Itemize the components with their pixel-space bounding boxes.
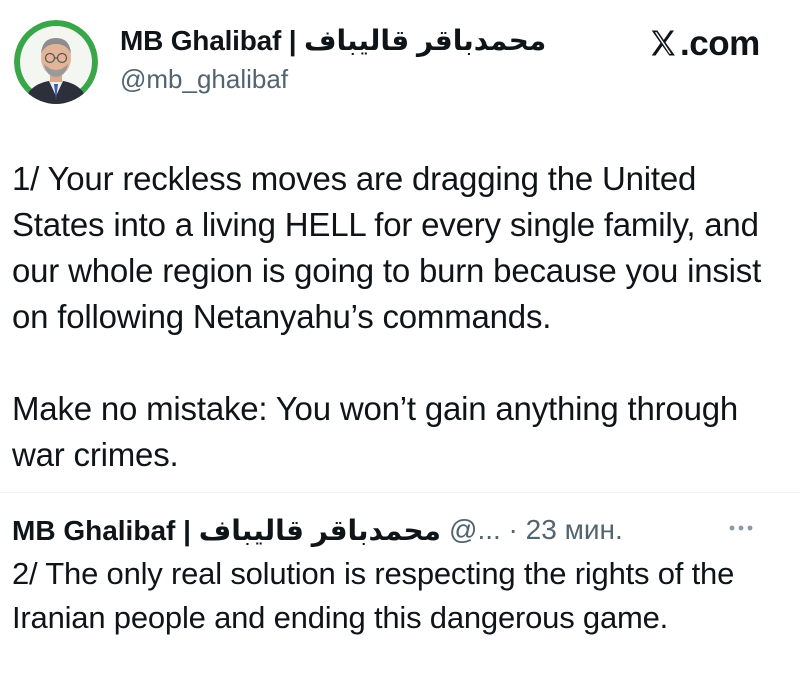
reply-header: MB Ghalibaf | محمدباقر قالیباف @... · 23…	[12, 510, 792, 550]
x-logo-icon	[651, 30, 675, 56]
tweet-screenshot: MB Ghalibaf | محمدباقر قالیباف @mb_ghali…	[0, 0, 800, 697]
divider	[0, 492, 800, 493]
more-options-icon[interactable]	[726, 518, 756, 538]
tweet-paragraph-2: Make no mistake: You won’t gain anything…	[12, 390, 739, 473]
tweet-paragraph-1: 1/ Your reckless moves are dragging the …	[12, 160, 762, 335]
avatar[interactable]	[14, 20, 98, 104]
site-label: .com	[648, 24, 760, 64]
reply-text: 2/ The only real solution is respecting …	[12, 556, 735, 635]
display-name[interactable]: MB Ghalibaf | محمدباقر قالیباف	[120, 24, 546, 57]
reply-meta[interactable]: @... · 23 мин.	[449, 514, 623, 546]
user-handle[interactable]: @mb_ghalibaf	[120, 64, 288, 95]
profile-photo-icon	[14, 20, 98, 104]
reply-display-name[interactable]: MB Ghalibaf | محمدباقر قالیباف	[12, 514, 441, 547]
tweet-text: 1/ Your reckless moves are dragging the …	[12, 156, 792, 478]
site-domain-text: .com	[680, 24, 760, 63]
